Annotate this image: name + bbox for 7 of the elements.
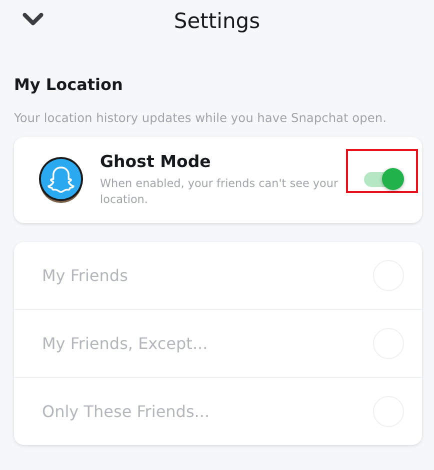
ghost-mode-description: When enabled, your friends can't see your location. — [100, 176, 340, 208]
page-title: Settings — [174, 9, 260, 33]
section-heading: My Location — [14, 75, 124, 94]
ghost-mode-title: Ghost Mode — [100, 152, 212, 171]
collapse-chevron-icon[interactable] — [22, 12, 44, 27]
ghost-avatar-icon — [38, 156, 84, 204]
section-description: Your location history updates while you have Snapchat open. — [14, 111, 388, 125]
